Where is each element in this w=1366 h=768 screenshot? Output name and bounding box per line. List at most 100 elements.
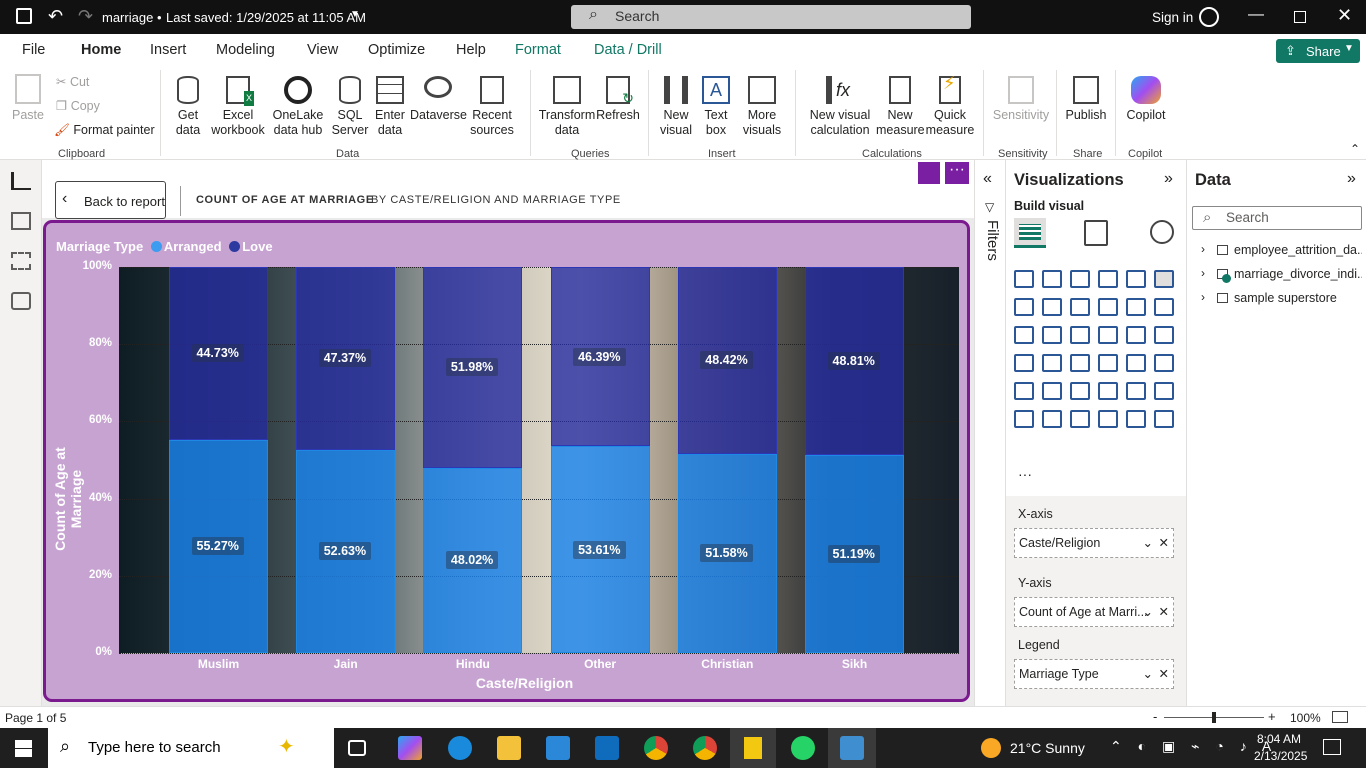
build-visual-tab[interactable]	[1014, 218, 1046, 248]
save-icon[interactable]	[16, 8, 32, 24]
fit-to-page-icon[interactable]	[1332, 711, 1348, 723]
map-icon[interactable]	[1154, 326, 1174, 344]
remove-icon[interactable]: ✕	[1159, 604, 1169, 619]
chevron-down-icon[interactable]: ⌄	[1143, 666, 1153, 681]
y-axis-field[interactable]: Count of Age at Marri... ⌄ ✕	[1014, 597, 1174, 627]
maximize-icon[interactable]	[1294, 11, 1306, 23]
tab-format[interactable]: Format	[515, 42, 561, 58]
funnel-icon[interactable]	[1014, 326, 1034, 344]
account-icon[interactable]	[1199, 7, 1219, 27]
clustered-column-icon[interactable]	[1098, 270, 1118, 288]
treemap-icon[interactable]	[1126, 326, 1146, 344]
undo-icon[interactable]: ↶	[48, 6, 63, 27]
zoom-slider[interactable]	[1164, 712, 1264, 723]
tray-icons[interactable]: ⌃ ◐ ▣ ⌁ ◔ ♪ A	[1110, 738, 1277, 755]
clock-date[interactable]: 2/13/2025	[1254, 749, 1307, 763]
format-painter-button[interactable]: 🖌 Format painter	[54, 123, 155, 138]
area-icon[interactable]	[1042, 298, 1062, 316]
transform-data-button[interactable]: Transform data	[538, 76, 596, 138]
zoom-in-icon[interactable]: +	[1268, 709, 1276, 724]
tab-insert[interactable]: Insert	[150, 42, 186, 58]
key-influencers-icon[interactable]	[1154, 382, 1174, 400]
tab-file[interactable]: File	[22, 42, 45, 58]
analytics-tab[interactable]	[1150, 220, 1174, 244]
table-item[interactable]: marriage_divorce_indi...	[1234, 267, 1362, 281]
outlook-icon[interactable]	[595, 736, 619, 760]
collapse-icon[interactable]: »	[1347, 170, 1356, 188]
last-saved[interactable]: Last saved: 1/29/2025 at 11:05 AM	[166, 10, 366, 25]
stacked-column-icon[interactable]	[1042, 270, 1062, 288]
windows-start-icon[interactable]	[15, 740, 32, 757]
decomposition-icon[interactable]	[1014, 410, 1034, 428]
more-visuals-button[interactable]: More visuals	[738, 76, 786, 138]
remove-icon[interactable]: ✕	[1159, 535, 1169, 550]
tab-view[interactable]: View	[307, 42, 338, 58]
expand-icon[interactable]: ›	[1201, 290, 1205, 304]
sensitivity-button[interactable]: Sensitivity	[990, 76, 1052, 123]
table-icon[interactable]	[1042, 382, 1062, 400]
publish-button[interactable]: Publish	[1062, 76, 1110, 123]
python-icon[interactable]	[1126, 382, 1146, 400]
weather-text[interactable]: 21°C Sunny	[1010, 740, 1085, 756]
filled-map-icon[interactable]	[1014, 354, 1034, 372]
excel-workbook-button[interactable]: X Excel workbook	[208, 76, 268, 138]
100-bar-icon[interactable]	[1126, 270, 1146, 288]
more-icon[interactable]: ···	[1018, 466, 1032, 482]
minimize-icon[interactable]: —	[1248, 6, 1264, 24]
powerbi-taskbar-button[interactable]	[730, 728, 776, 768]
gauge-icon[interactable]	[1070, 354, 1090, 372]
taskbar-search[interactable]: ⌕ Type here to search ✦	[48, 728, 334, 768]
copy-button[interactable]: ❐ Copy	[56, 99, 100, 114]
redo-icon[interactable]: ↷	[78, 6, 93, 27]
expand-icon[interactable]: «	[983, 170, 992, 188]
chevron-down-icon[interactable]: ⌄	[1143, 535, 1153, 550]
donut-icon[interactable]	[1098, 326, 1118, 344]
chevron-down-icon[interactable]: ▼	[350, 9, 360, 20]
more-options-icon[interactable]: ···	[945, 162, 969, 184]
paste-button[interactable]: Paste	[10, 74, 46, 123]
slicer-icon[interactable]	[1014, 382, 1034, 400]
qa-icon[interactable]	[1042, 410, 1062, 428]
model-view-icon[interactable]	[11, 252, 31, 270]
data-search-input[interactable]: ⌕ Search	[1192, 206, 1362, 230]
cut-button[interactable]: ✂ Cut	[56, 75, 89, 90]
legend-item-love[interactable]: Love	[242, 239, 272, 254]
file-explorer-icon[interactable]	[497, 736, 521, 760]
multi-row-card-icon[interactable]	[1126, 354, 1146, 372]
onelake-button[interactable]: OneLake data hub	[266, 76, 330, 138]
legend-item-arranged[interactable]: Arranged	[164, 239, 222, 254]
store-icon[interactable]	[546, 736, 570, 760]
chrome-profile-icon[interactable]	[693, 736, 717, 760]
dax-query-icon[interactable]	[11, 292, 31, 310]
refresh-button[interactable]: ↻ Refresh	[596, 76, 640, 123]
active-app-button[interactable]	[828, 728, 876, 768]
stacked-bar-icon[interactable]	[1014, 270, 1034, 288]
x-axis-field[interactable]: Caste/Religion ⌄ ✕	[1014, 528, 1174, 558]
copilot-button[interactable]: Copilot	[1122, 76, 1170, 123]
zoom-slider-thumb[interactable]	[1212, 712, 1216, 723]
chevron-down-icon[interactable]: ⌄	[1143, 604, 1153, 619]
card-icon[interactable]	[1098, 354, 1118, 372]
tab-optimize[interactable]: Optimize	[368, 42, 425, 58]
zoom-out-icon[interactable]: -	[1153, 709, 1157, 724]
back-to-report-button[interactable]: ‹ Back to report	[55, 181, 166, 219]
quick-measure-button[interactable]: ⚡ Quick measure	[924, 74, 976, 138]
filters-pane[interactable]: « ▽ Filters	[974, 160, 1005, 706]
matrix-icon[interactable]	[1070, 382, 1090, 400]
table-view-icon[interactable]	[11, 212, 31, 230]
100-column-icon[interactable]	[1154, 270, 1174, 288]
enter-data-button[interactable]: Enter data	[372, 76, 408, 138]
new-measure-button[interactable]: New measure	[876, 76, 925, 138]
table-item[interactable]: employee_attrition_da...	[1234, 243, 1362, 257]
narrative-icon[interactable]	[1070, 410, 1090, 428]
r-visual-icon[interactable]	[1098, 382, 1118, 400]
notification-icon[interactable]	[1323, 739, 1341, 755]
collapse-icon[interactable]: »	[1164, 170, 1173, 188]
new-visual-calculation-button[interactable]: fx New visual calculation	[802, 76, 878, 138]
chart-visual[interactable]: Marriage Type Arranged Love Count of Age…	[43, 220, 970, 702]
report-view-icon[interactable]	[11, 172, 31, 190]
tab-modeling[interactable]: Modeling	[216, 42, 275, 58]
tab-data-drill[interactable]: Data / Drill	[594, 42, 662, 58]
edge-icon[interactable]	[448, 736, 472, 760]
share-button[interactable]: ⇪ Share ▼	[1276, 39, 1360, 63]
